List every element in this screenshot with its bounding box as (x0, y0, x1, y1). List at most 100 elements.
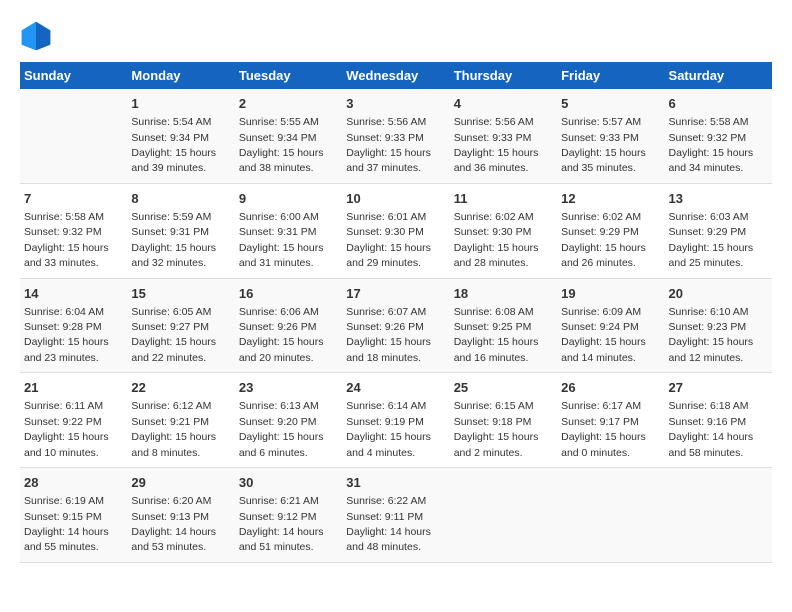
day-info: Sunrise: 6:02 AM Sunset: 9:29 PM Dayligh… (561, 211, 646, 269)
logo (20, 20, 56, 52)
weekday-header-monday: Monday (127, 62, 234, 89)
calendar-cell: 3 Sunrise: 5:56 AM Sunset: 9:33 PM Daylig… (342, 89, 449, 183)
calendar-cell: 23 Sunrise: 6:13 AM Sunset: 9:20 PM Dayli… (235, 373, 342, 468)
day-info: Sunrise: 6:01 AM Sunset: 9:30 PM Dayligh… (346, 211, 431, 269)
calendar-cell: 31 Sunrise: 6:22 AM Sunset: 9:11 PM Dayli… (342, 468, 449, 563)
day-info: Sunrise: 6:13 AM Sunset: 9:20 PM Dayligh… (239, 400, 324, 458)
calendar-cell: 11 Sunrise: 6:02 AM Sunset: 9:30 PM Dayli… (450, 183, 557, 278)
day-number: 2 (239, 95, 338, 113)
calendar-cell: 22 Sunrise: 6:12 AM Sunset: 9:21 PM Dayli… (127, 373, 234, 468)
calendar-cell: 8 Sunrise: 5:59 AM Sunset: 9:31 PM Daylig… (127, 183, 234, 278)
day-info: Sunrise: 6:07 AM Sunset: 9:26 PM Dayligh… (346, 306, 431, 364)
day-info: Sunrise: 6:05 AM Sunset: 9:27 PM Dayligh… (131, 306, 216, 364)
calendar-cell: 27Sunrise: 6:18 AM Sunset: 9:16 PM Dayli… (665, 373, 772, 468)
day-number: 11 (454, 190, 553, 208)
calendar-cell: 9 Sunrise: 6:00 AM Sunset: 9:31 PM Daylig… (235, 183, 342, 278)
page-header (20, 20, 772, 52)
calendar-cell: 15 Sunrise: 6:05 AM Sunset: 9:27 PM Dayli… (127, 278, 234, 373)
day-info: Sunrise: 6:18 AM Sunset: 9:16 PM Dayligh… (669, 400, 754, 458)
calendar-cell: 10Sunrise: 6:01 AM Sunset: 9:30 PM Dayli… (342, 183, 449, 278)
calendar-cell: 20 Sunrise: 6:10 AM Sunset: 9:23 PM Dayli… (665, 278, 772, 373)
day-number: 22 (131, 379, 230, 397)
day-number: 28 (24, 474, 123, 492)
day-number: 7 (24, 190, 123, 208)
calendar-cell: 12 Sunrise: 6:02 AM Sunset: 9:29 PM Dayli… (557, 183, 664, 278)
calendar-cell (20, 89, 127, 183)
calendar-cell: 21 Sunrise: 6:11 AM Sunset: 9:22 PM Dayli… (20, 373, 127, 468)
day-number: 24 (346, 379, 445, 397)
day-number: 31 (346, 474, 445, 492)
day-number: 3 (346, 95, 445, 113)
week-row-1: 1Sunrise: 5:54 AM Sunset: 9:34 PM Daylig… (20, 89, 772, 183)
day-info: Sunrise: 5:56 AM Sunset: 9:33 PM Dayligh… (346, 116, 431, 174)
day-number: 18 (454, 285, 553, 303)
day-info: Sunrise: 6:09 AM Sunset: 9:24 PM Dayligh… (561, 306, 646, 364)
day-info: Sunrise: 6:08 AM Sunset: 9:25 PM Dayligh… (454, 306, 539, 364)
day-info: Sunrise: 6:19 AM Sunset: 9:15 PM Dayligh… (24, 495, 109, 553)
day-number: 13 (669, 190, 768, 208)
day-number: 29 (131, 474, 230, 492)
calendar-cell: 30 Sunrise: 6:21 AM Sunset: 9:12 PM Dayli… (235, 468, 342, 563)
day-info: Sunrise: 6:10 AM Sunset: 9:23 PM Dayligh… (669, 306, 754, 364)
weekday-header-friday: Friday (557, 62, 664, 89)
day-info: Sunrise: 5:54 AM Sunset: 9:34 PM Dayligh… (131, 116, 216, 174)
day-info: Sunrise: 5:59 AM Sunset: 9:31 PM Dayligh… (131, 211, 216, 269)
calendar-table: SundayMondayTuesdayWednesdayThursdayFrid… (20, 62, 772, 563)
day-number: 8 (131, 190, 230, 208)
calendar-cell: 17 Sunrise: 6:07 AM Sunset: 9:26 PM Dayli… (342, 278, 449, 373)
day-info: Sunrise: 5:58 AM Sunset: 9:32 PM Dayligh… (24, 211, 109, 269)
day-info: Sunrise: 5:58 AM Sunset: 9:32 PM Dayligh… (669, 116, 754, 174)
day-info: Sunrise: 6:21 AM Sunset: 9:12 PM Dayligh… (239, 495, 324, 553)
calendar-cell: 2 Sunrise: 5:55 AM Sunset: 9:34 PM Daylig… (235, 89, 342, 183)
calendar-cell: 1Sunrise: 5:54 AM Sunset: 9:34 PM Daylig… (127, 89, 234, 183)
calendar-cell: 14Sunrise: 6:04 AM Sunset: 9:28 PM Dayli… (20, 278, 127, 373)
week-row-2: 7 Sunrise: 5:58 AM Sunset: 9:32 PM Daylig… (20, 183, 772, 278)
week-row-3: 14Sunrise: 6:04 AM Sunset: 9:28 PM Dayli… (20, 278, 772, 373)
calendar-cell: 19 Sunrise: 6:09 AM Sunset: 9:24 PM Dayli… (557, 278, 664, 373)
week-row-5: 28 Sunrise: 6:19 AM Sunset: 9:15 PM Dayli… (20, 468, 772, 563)
day-info: Sunrise: 6:11 AM Sunset: 9:22 PM Dayligh… (24, 400, 109, 458)
calendar-cell (665, 468, 772, 563)
calendar-cell: 28 Sunrise: 6:19 AM Sunset: 9:15 PM Dayli… (20, 468, 127, 563)
day-number: 19 (561, 285, 660, 303)
day-number: 30 (239, 474, 338, 492)
calendar-cell: 25 Sunrise: 6:15 AM Sunset: 9:18 PM Dayli… (450, 373, 557, 468)
day-info: Sunrise: 6:15 AM Sunset: 9:18 PM Dayligh… (454, 400, 539, 458)
logo-icon (20, 20, 52, 52)
day-info: Sunrise: 5:56 AM Sunset: 9:33 PM Dayligh… (454, 116, 539, 174)
weekday-header-thursday: Thursday (450, 62, 557, 89)
day-info: Sunrise: 5:57 AM Sunset: 9:33 PM Dayligh… (561, 116, 646, 174)
day-info: Sunrise: 6:14 AM Sunset: 9:19 PM Dayligh… (346, 400, 431, 458)
day-number: 9 (239, 190, 338, 208)
calendar-cell: 5Sunrise: 5:57 AM Sunset: 9:33 PM Daylig… (557, 89, 664, 183)
day-number: 15 (131, 285, 230, 303)
day-info: Sunrise: 6:04 AM Sunset: 9:28 PM Dayligh… (24, 306, 109, 364)
weekday-header-row: SundayMondayTuesdayWednesdayThursdayFrid… (20, 62, 772, 89)
calendar-cell (450, 468, 557, 563)
day-number: 6 (669, 95, 768, 113)
weekday-header-saturday: Saturday (665, 62, 772, 89)
day-number: 21 (24, 379, 123, 397)
day-info: Sunrise: 5:55 AM Sunset: 9:34 PM Dayligh… (239, 116, 324, 174)
day-number: 12 (561, 190, 660, 208)
day-number: 20 (669, 285, 768, 303)
day-number: 16 (239, 285, 338, 303)
calendar-cell: 26 Sunrise: 6:17 AM Sunset: 9:17 PM Dayli… (557, 373, 664, 468)
day-info: Sunrise: 6:22 AM Sunset: 9:11 PM Dayligh… (346, 495, 431, 553)
day-info: Sunrise: 6:02 AM Sunset: 9:30 PM Dayligh… (454, 211, 539, 269)
weekday-header-tuesday: Tuesday (235, 62, 342, 89)
day-info: Sunrise: 6:17 AM Sunset: 9:17 PM Dayligh… (561, 400, 646, 458)
day-info: Sunrise: 6:12 AM Sunset: 9:21 PM Dayligh… (131, 400, 216, 458)
day-number: 26 (561, 379, 660, 397)
calendar-cell: 13Sunrise: 6:03 AM Sunset: 9:29 PM Dayli… (665, 183, 772, 278)
calendar-cell: 18 Sunrise: 6:08 AM Sunset: 9:25 PM Dayli… (450, 278, 557, 373)
week-row-4: 21 Sunrise: 6:11 AM Sunset: 9:22 PM Dayli… (20, 373, 772, 468)
day-info: Sunrise: 6:00 AM Sunset: 9:31 PM Dayligh… (239, 211, 324, 269)
calendar-cell (557, 468, 664, 563)
day-number: 23 (239, 379, 338, 397)
calendar-cell: 7 Sunrise: 5:58 AM Sunset: 9:32 PM Daylig… (20, 183, 127, 278)
day-number: 4 (454, 95, 553, 113)
day-number: 17 (346, 285, 445, 303)
day-number: 25 (454, 379, 553, 397)
calendar-cell: 24 Sunrise: 6:14 AM Sunset: 9:19 PM Dayli… (342, 373, 449, 468)
